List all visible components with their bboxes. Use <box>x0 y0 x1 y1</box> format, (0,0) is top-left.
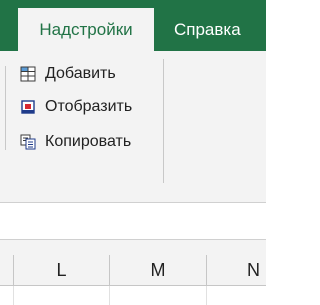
ribbon-panel: Добавить Отобразить Копировать <box>0 51 266 189</box>
grid-line <box>13 286 14 305</box>
grid-line <box>109 286 110 305</box>
formula-gap <box>0 240 266 255</box>
display-icon <box>21 100 35 114</box>
column-header-m[interactable]: M <box>109 255 206 285</box>
tab-help[interactable]: Справка <box>162 8 266 51</box>
cell-grid[interactable] <box>0 286 266 305</box>
display-button[interactable]: Отобразить <box>20 95 132 119</box>
ribbon-bottom-strip <box>0 188 266 202</box>
copy-button[interactable]: Копировать <box>20 130 131 154</box>
formula-bar[interactable] <box>0 202 266 240</box>
add-button[interactable]: Добавить <box>20 62 116 86</box>
column-header-l[interactable]: L <box>13 255 109 285</box>
display-button-label: Отобразить <box>45 98 133 115</box>
ribbon-tab-bar: Надстройки Справка <box>0 0 266 51</box>
ribbon-left-divider <box>5 66 6 150</box>
column-header-row: L M N <box>0 255 266 286</box>
tab-addins[interactable]: Надстройки <box>18 8 154 51</box>
column-header-n[interactable]: N <box>206 255 266 285</box>
add-table-icon <box>20 66 36 82</box>
copy-button-label: Копировать <box>45 133 132 150</box>
copy-icon <box>20 134 36 150</box>
add-button-label: Добавить <box>45 65 116 82</box>
ribbon-group-separator <box>163 59 164 183</box>
grid-line <box>206 286 207 305</box>
